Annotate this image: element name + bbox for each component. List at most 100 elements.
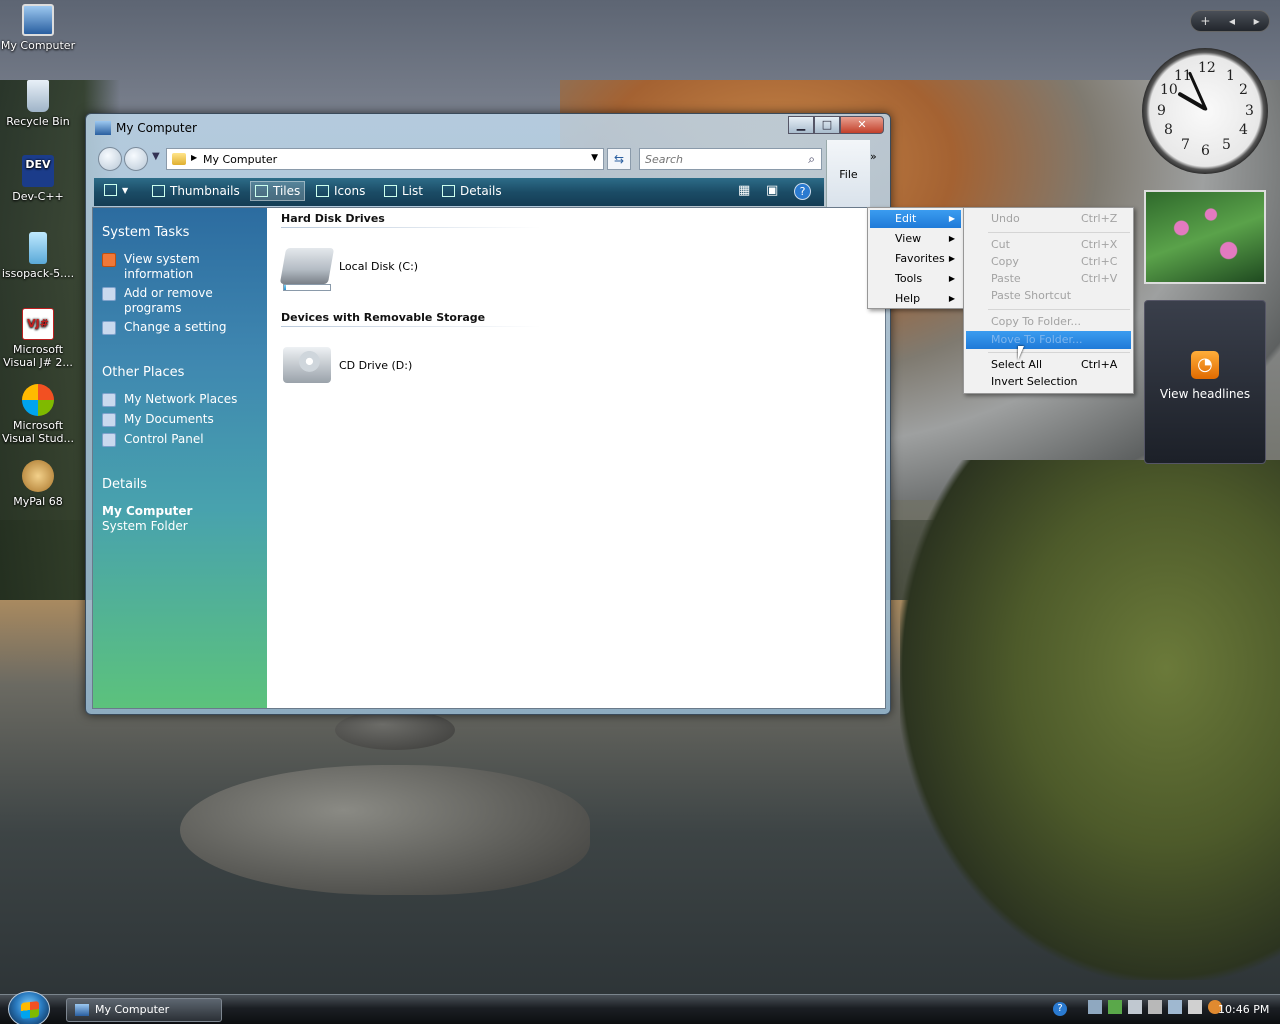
view-list-button[interactable]: List [384, 184, 423, 198]
clock-number: 8 [1164, 122, 1173, 138]
system-tasks-header[interactable]: System Tasks [102, 225, 189, 240]
search-icon[interactable]: ⌕ [808, 152, 815, 167]
submenu-arrow-icon: ▶ [948, 234, 955, 243]
edit-copy-to-folder[interactable]: Copy To Folder... [966, 313, 1131, 331]
folder-options-icon[interactable]: ▦ [738, 183, 750, 198]
recent-pages-chevron-icon[interactable]: ▼ [152, 151, 160, 162]
submenu-arrow-icon: ▶ [948, 274, 955, 283]
desktop-icon-issopack[interactable]: issopack-5.... [0, 232, 76, 280]
thumbnails-icon [152, 185, 165, 197]
close-button[interactable]: ✕ [840, 116, 884, 134]
taskbar: My Computer ? 10:46 PM [0, 991, 1280, 1024]
control-panel-icon [102, 433, 116, 447]
next-icon[interactable]: ▸ [1254, 14, 1260, 28]
edit-select-all[interactable]: Select All Ctrl+A [966, 356, 1131, 374]
help-button[interactable]: ? [794, 183, 811, 200]
tray-help-icon[interactable]: ? [1053, 1002, 1067, 1016]
desktop-icon-recycle-bin[interactable]: Recycle Bin [0, 80, 76, 128]
search-input[interactable] [645, 149, 795, 169]
view-details-button[interactable]: Details [442, 184, 502, 198]
details-header[interactable]: Details [102, 477, 147, 492]
mouse-pointer-icon [1018, 346, 1024, 360]
layout-icon [104, 184, 117, 196]
recycle-bin-icon [27, 80, 49, 112]
power-tray-icon[interactable] [1148, 1000, 1162, 1014]
group-divider [281, 326, 541, 327]
submenu-arrow-icon: ▶ [948, 214, 955, 223]
desktop-icon-my-computer[interactable]: My Computer [0, 4, 76, 52]
view-icons-button[interactable]: Icons [316, 184, 365, 198]
title-bar[interactable]: My Computer ▁ □ ✕ [92, 116, 884, 138]
edit-move-to-folder[interactable]: Move To Folder... [966, 331, 1131, 349]
drive-local-disk-c[interactable]: Local Disk (C:) [279, 248, 418, 284]
edit-cut[interactable]: Cut Ctrl+X [966, 236, 1131, 254]
breadcrumb-arrow-icon: ▶ [191, 153, 198, 162]
task-pane: System Tasks View system information Add… [93, 208, 267, 708]
submenu-arrow-icon: ▶ [948, 294, 955, 303]
edit-copy[interactable]: Copy Ctrl+C [966, 253, 1131, 271]
start-button[interactable] [8, 991, 50, 1024]
menu-edit[interactable]: Edit ▶ [870, 210, 961, 228]
navigation-bar: ▼ ▶ My Computer ▼ ⇆ ⌕ [94, 146, 822, 172]
edit-paste-shortcut[interactable]: Paste Shortcut [966, 287, 1131, 305]
task-view-system-information[interactable]: View system information [102, 252, 262, 282]
volume-tray-icon[interactable] [1128, 1000, 1142, 1014]
edit-undo[interactable]: Undo Ctrl+Z [966, 210, 1131, 228]
drive-cd-d[interactable]: CD Drive (D:) [283, 347, 412, 383]
address-dropdown-icon[interactable]: ▼ [591, 153, 598, 163]
network-tray-icon[interactable] [1088, 1000, 1102, 1014]
slideshow-gadget[interactable] [1144, 190, 1266, 284]
drive-usage-fill [284, 285, 287, 290]
task-add-remove-programs[interactable]: Add or remove programs [102, 286, 262, 316]
checkmark-icon [102, 253, 116, 267]
place-my-network-places[interactable]: My Network Places [102, 392, 262, 407]
task-change-setting[interactable]: Change a setting [102, 320, 262, 335]
organize-button[interactable]: ▼ [104, 184, 128, 196]
place-control-panel[interactable]: Control Panel [102, 432, 262, 447]
visual-studio-icon [22, 384, 54, 416]
previous-icon[interactable]: ◂ [1229, 14, 1235, 28]
display-tray-icon[interactable] [1168, 1000, 1182, 1014]
menu-favorites[interactable]: Favorites ▶ [870, 250, 961, 268]
clock-number: 1 [1226, 68, 1235, 84]
sharing-icon[interactable]: ▣ [766, 183, 778, 198]
menu-help[interactable]: Help ▶ [870, 290, 961, 308]
more-menus-chevron-icon[interactable]: » [870, 150, 877, 163]
refresh-button[interactable]: ⇆ [607, 148, 631, 170]
clock-gadget[interactable]: 12 1 2 3 4 5 6 7 8 9 10 11 [1142, 48, 1268, 174]
add-gadget-button[interactable]: + [1200, 14, 1210, 28]
forward-button[interactable] [124, 147, 148, 171]
documents-icon [102, 413, 116, 427]
clock-number: 3 [1245, 103, 1254, 119]
desktop-icon-visual-jsharp[interactable]: VJ# Microsoft Visual J# 2... [0, 308, 76, 369]
search-box[interactable]: ⌕ [639, 148, 822, 170]
security-tray-icon[interactable] [1108, 1000, 1122, 1014]
mypal-icon [22, 460, 54, 492]
feed-headlines-gadget[interactable]: ◔ View headlines [1144, 300, 1266, 464]
rss-icon: ◔ [1191, 351, 1219, 379]
edit-paste[interactable]: Paste Ctrl+V [966, 270, 1131, 288]
address-bar[interactable]: ▶ My Computer ▼ [166, 148, 604, 170]
clock-number: 10 [1160, 82, 1178, 98]
desktop-icon-devcpp[interactable]: DEV Dev-C++ [0, 155, 76, 203]
language-tray-icon[interactable] [1188, 1000, 1202, 1014]
submenu-arrow-icon: ▶ [948, 254, 955, 263]
menu-view[interactable]: View ▶ [870, 230, 961, 248]
taskbar-button-my-computer[interactable]: My Computer [66, 998, 222, 1022]
back-button[interactable] [98, 147, 122, 171]
place-my-documents[interactable]: My Documents [102, 412, 262, 427]
maximize-button[interactable]: □ [814, 116, 840, 134]
clock-number: 9 [1157, 103, 1166, 119]
edit-invert-selection[interactable]: Invert Selection [966, 373, 1131, 391]
desktop-icon-mypal[interactable]: MyPal 68 [0, 460, 76, 508]
file-view[interactable]: Hard Disk Drives Local Disk (C:) Devices… [267, 208, 885, 708]
view-thumbnails-button[interactable]: Thumbnails [152, 184, 240, 198]
minimize-button[interactable]: ▁ [788, 116, 814, 134]
desktop-icon-visual-studio[interactable]: Microsoft Visual Stud... [0, 384, 76, 445]
taskbar-clock[interactable]: 10:46 PM [1218, 1003, 1269, 1016]
menu-tools[interactable]: Tools ▶ [870, 270, 961, 288]
view-tiles-button[interactable]: Tiles [250, 181, 306, 201]
file-menu-button[interactable]: File [826, 140, 870, 208]
other-places-header[interactable]: Other Places [102, 365, 184, 380]
window-body: System Tasks View system information Add… [92, 207, 886, 709]
